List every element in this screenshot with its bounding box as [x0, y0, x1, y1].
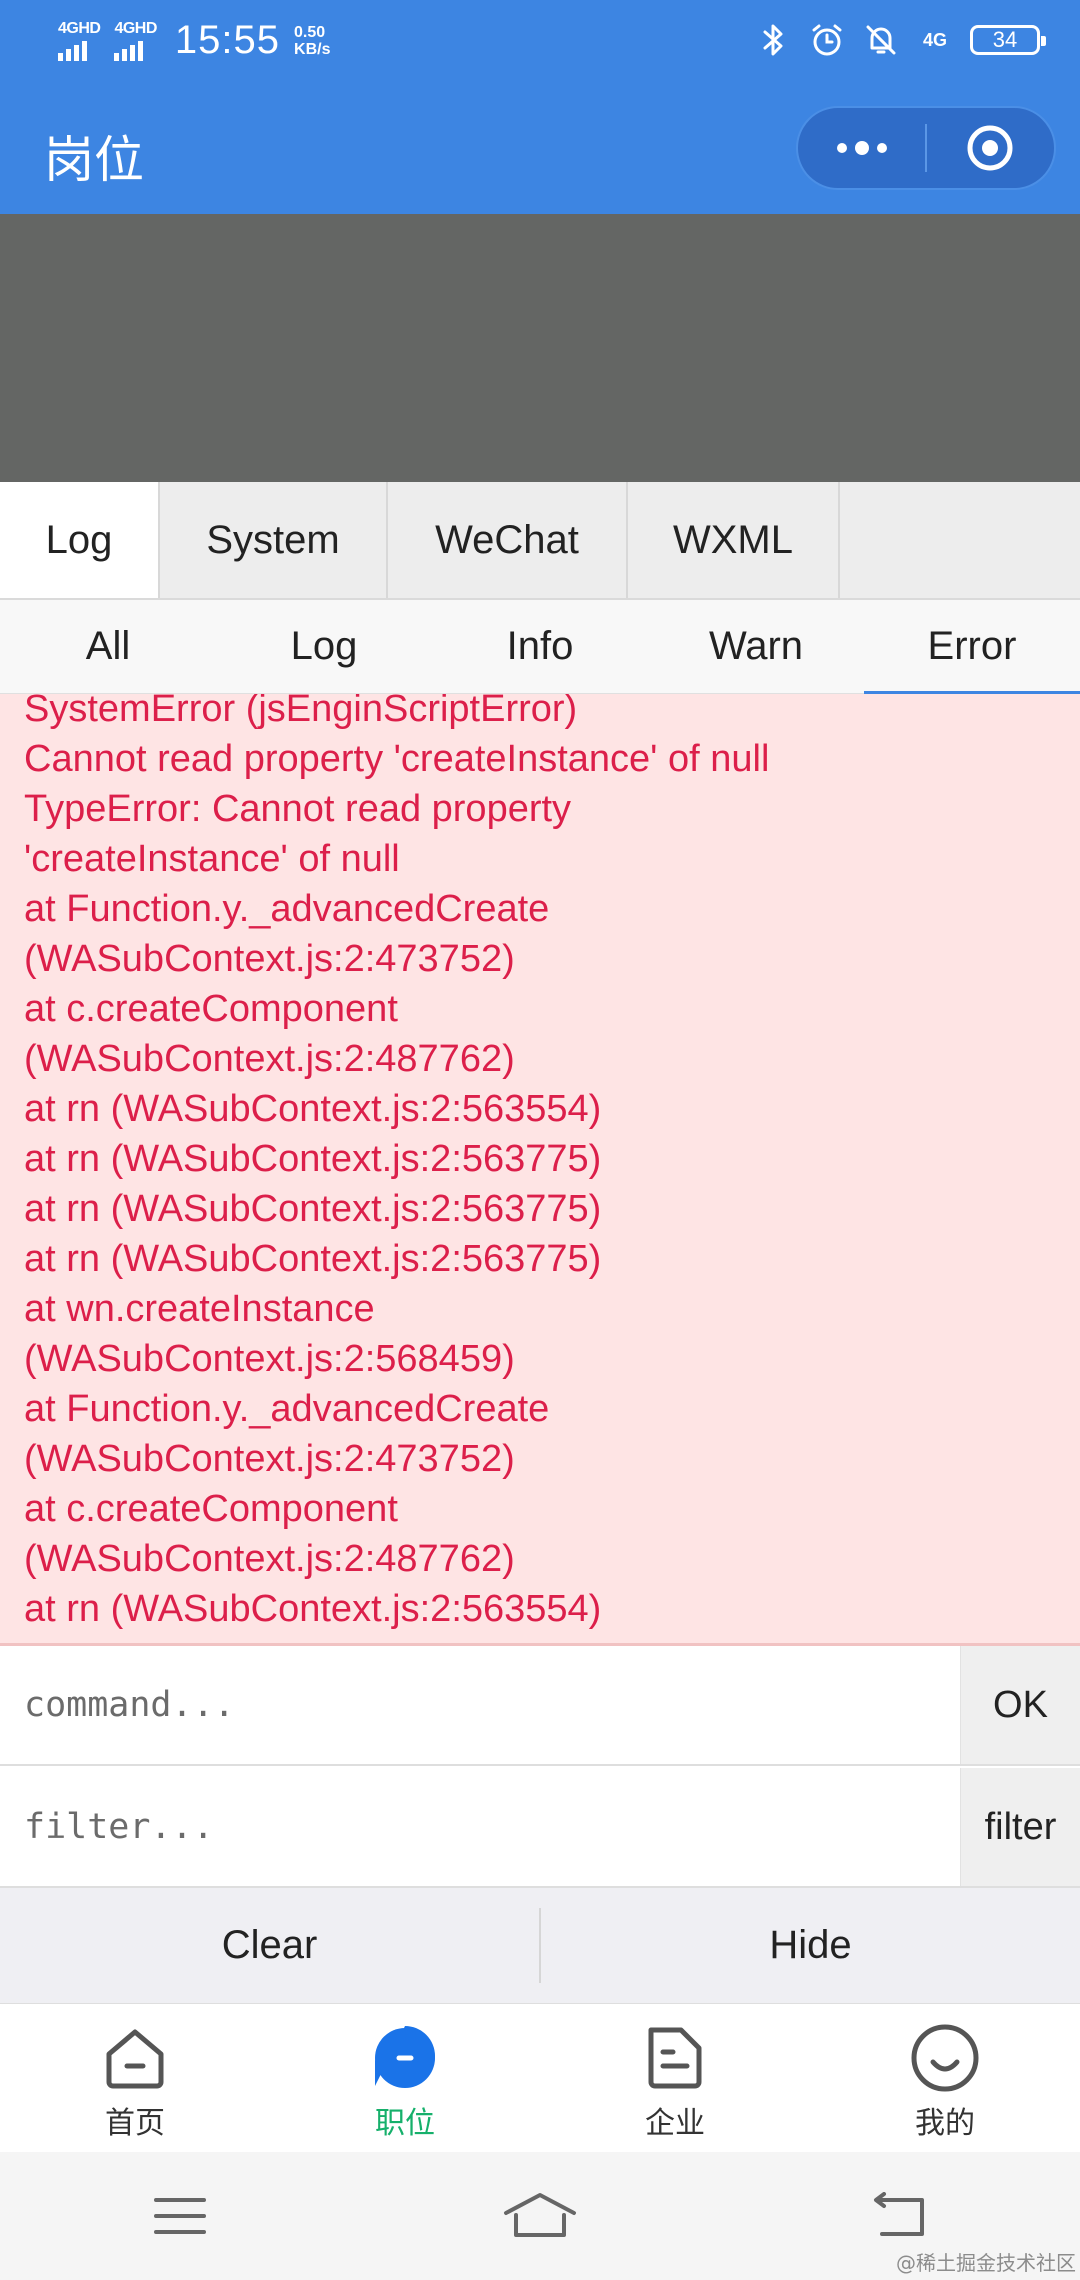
status-right: 4G 34 [754, 20, 1046, 60]
company-icon [637, 2020, 713, 2096]
log-line: (WASubContext.js:2:473752) [24, 938, 515, 980]
job-icon [367, 2020, 443, 2096]
console-tabs: Log System WeChat WXML [0, 482, 1080, 600]
log-line: TypeError: Cannot read property [24, 788, 572, 830]
log-filter-tabs: All Log Info Warn Error [0, 600, 1080, 694]
tab-wxml[interactable]: WXML [628, 482, 840, 598]
tabbar-label-company: 企业 [645, 2106, 705, 2141]
title-bar: 岗位 [0, 84, 1080, 214]
network-speed: 0.50 KB/s [294, 24, 330, 58]
log-lines: SystemError (jsEnginScriptError) Cannot r… [24, 694, 1064, 1634]
home-nav-icon [504, 2193, 576, 2237]
page-content-overlay [0, 214, 1080, 482]
signal-bars-icon [114, 39, 144, 61]
signal-bars-icon [58, 39, 87, 61]
clock: 15:55 [174, 18, 281, 62]
home-nav-button[interactable] [360, 2152, 720, 2280]
status-left: 4GHD 4GHD 15:55 0.50 KB/s [58, 18, 330, 63]
battery-level: 34 [992, 27, 1018, 52]
log-line: (WASubContext.js:2:487762) [24, 1538, 515, 1580]
log-line: (WASubContext.js:2:487762) [24, 1038, 515, 1080]
watermark: @稀土掘金技术社区 [896, 2251, 1076, 2275]
more-dots-icon [836, 141, 887, 155]
system-nav-bar: @稀土掘金技术社区 [0, 2152, 1080, 2280]
tab-wechat[interactable]: WeChat [388, 482, 628, 598]
filter-input-wrapper [0, 1768, 960, 1886]
log-line: at c.createComponent [24, 988, 398, 1030]
log-line: at Function.y._advancedCreate [24, 1388, 550, 1430]
log-line: (WASubContext.js:2:568459) [24, 1338, 515, 1380]
battery-icon: 34 [970, 25, 1046, 55]
back-icon [874, 2192, 924, 2236]
page-title: 岗位 [44, 131, 144, 189]
command-input-wrapper [0, 1646, 960, 1764]
mobile-data-icon: 4G [916, 20, 954, 60]
profile-icon [907, 2020, 983, 2096]
command-input[interactable] [0, 1646, 960, 1764]
log-line: at rn (WASubContext.js:2:563554) [24, 1088, 602, 1130]
menu-icon [154, 2198, 206, 2234]
subtab-all[interactable]: All [0, 600, 216, 693]
tabbar-item-home[interactable]: 首页 [0, 2004, 270, 2152]
mute-bell-icon [862, 20, 900, 60]
recents-button[interactable] [0, 2152, 360, 2280]
speed-value: 0.50 [294, 23, 326, 41]
log-line: at c.createComponent [24, 1488, 398, 1530]
subtab-log[interactable]: Log [216, 600, 432, 693]
log-line: at rn (WASubContext.js:2:563775) [24, 1138, 602, 1180]
filter-button[interactable]: filter [960, 1768, 1080, 1886]
tab-system[interactable]: System [160, 482, 388, 598]
log-line: at rn (WASubContext.js:2:563554) [24, 1588, 602, 1630]
alarm-icon [808, 20, 846, 60]
hide-button[interactable]: Hide [541, 1888, 1080, 2003]
speed-unit: KB/s [294, 40, 331, 58]
error-log-panel[interactable]: SystemError (jsEnginScriptError) Cannot r… [0, 694, 1080, 1646]
network-type-2: 4GHD [114, 19, 157, 37]
bottom-tab-bar: 首页 职位 企业 我的 [0, 2004, 1080, 2152]
tabbar-item-job[interactable]: 职位 [270, 2004, 540, 2152]
log-line: at wn.createInstance [24, 1288, 375, 1330]
subtab-error[interactable]: Error [864, 600, 1080, 694]
filter-row: filter [0, 1768, 1080, 1888]
log-line: at rn (WASubContext.js:2:563775) [24, 1238, 602, 1280]
target-close-icon [967, 125, 1013, 171]
ok-button[interactable]: OK [960, 1646, 1080, 1764]
more-button[interactable] [798, 108, 925, 188]
close-mini-program-button[interactable] [927, 108, 1054, 188]
filter-input[interactable] [0, 1768, 960, 1886]
subtab-info[interactable]: Info [432, 600, 648, 693]
network-type-right: 4G [922, 30, 947, 50]
log-line: Cannot read property 'createInstance' of… [24, 738, 770, 780]
mini-program-capsule [796, 106, 1056, 190]
log-line: at rn (WASubContext.js:2:563775) [24, 1188, 602, 1230]
log-line: at Function.y._advancedCreate [24, 888, 550, 930]
status-bar: 4GHD 4GHD 15:55 0.50 KB/s 4G 34 [0, 0, 1080, 84]
network-type-1: 4GHD [58, 19, 101, 37]
tabbar-label-home: 首页 [105, 2106, 165, 2141]
clear-button[interactable]: Clear [0, 1888, 539, 2003]
console-actions: Clear Hide [0, 1888, 1080, 2004]
tabbar-label-profile: 我的 [915, 2106, 975, 2141]
command-row: OK [0, 1646, 1080, 1766]
signal-2: 4GHD [114, 19, 157, 61]
tab-log[interactable]: Log [0, 482, 160, 598]
subtab-warn[interactable]: Warn [648, 600, 864, 693]
log-line: 'createInstance' of null [24, 838, 400, 880]
tabbar-item-company[interactable]: 企业 [540, 2004, 810, 2152]
tabbar-item-profile[interactable]: 我的 [810, 2004, 1080, 2152]
log-line: (WASubContext.js:2:473752) [24, 1438, 515, 1480]
home-icon [97, 2020, 173, 2096]
bluetooth-icon [754, 20, 792, 60]
tabbar-label-job: 职位 [375, 2106, 435, 2141]
signal-1: 4GHD [58, 19, 101, 61]
log-line: SystemError (jsEnginScriptError) [24, 694, 578, 730]
